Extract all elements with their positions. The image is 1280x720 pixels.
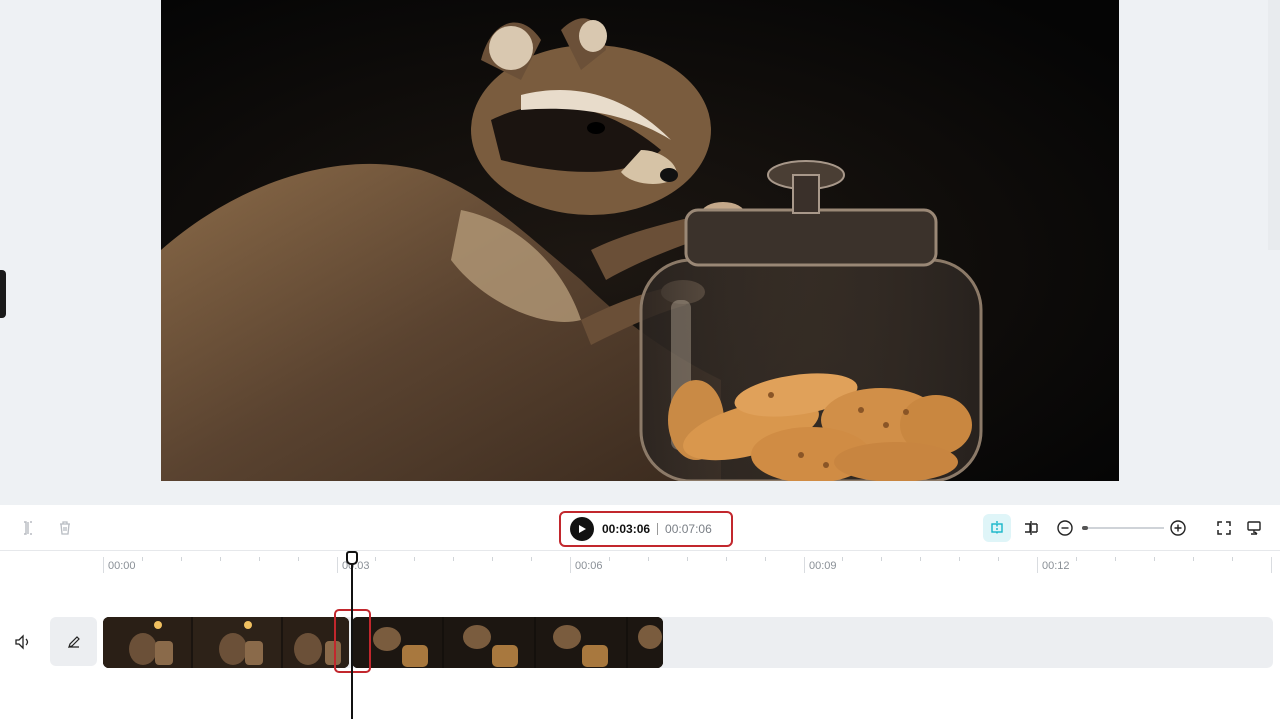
ruler-minor-tick	[492, 557, 493, 561]
play-icon[interactable]	[570, 517, 594, 541]
zoom-slider-thumb[interactable]	[1082, 526, 1088, 530]
ruler-minor-tick	[414, 557, 415, 561]
edit-icon[interactable]	[50, 617, 97, 666]
playhead-handle[interactable]	[346, 551, 358, 565]
clip-thumbnails	[103, 617, 349, 668]
ruler-label: 00:09	[809, 560, 837, 572]
ruler-minor-tick	[998, 557, 999, 561]
ruler-tick	[804, 557, 805, 573]
ruler-tick	[570, 557, 571, 573]
preview-image	[161, 0, 1119, 481]
right-panel-edge	[1268, 0, 1280, 250]
ruler-minor-tick	[609, 557, 610, 561]
ruler-minor-tick	[687, 557, 688, 561]
ruler-minor-tick	[881, 557, 882, 561]
ruler-minor-tick	[648, 557, 649, 561]
total-duration: 00:07:06	[665, 522, 712, 536]
ruler-minor-tick	[1154, 557, 1155, 561]
zoom-in-icon[interactable]	[1167, 517, 1189, 539]
video-clip[interactable]	[352, 617, 663, 668]
clip-thumbnails	[352, 617, 663, 668]
ruler-minor-tick	[1115, 557, 1116, 561]
volume-icon[interactable]	[12, 631, 34, 653]
ruler-minor-tick	[142, 557, 143, 561]
ruler-minor-tick	[959, 557, 960, 561]
zoom-slider[interactable]	[1082, 526, 1164, 530]
timeline[interactable]: 00:00 00:03 00:06 00:09 00:12	[0, 551, 1280, 720]
preview-area	[0, 0, 1280, 505]
ruler-tick	[103, 557, 104, 573]
ruler-label: 00:00	[108, 560, 136, 572]
fullscreen-icon[interactable]	[1213, 517, 1235, 539]
current-time: 00:03:06	[602, 522, 651, 536]
zoom-out-icon[interactable]	[1054, 517, 1076, 539]
playhead[interactable]	[351, 559, 353, 719]
video-preview[interactable]	[161, 0, 1119, 481]
ruler-minor-tick	[1193, 557, 1194, 561]
video-clip[interactable]	[103, 617, 349, 668]
delete-icon[interactable]	[54, 517, 76, 539]
ruler-tick	[337, 557, 338, 573]
playback-controls: 00:03:06 00:07:06	[559, 511, 733, 547]
ruler-minor-tick	[259, 557, 260, 561]
ruler-minor-tick	[298, 557, 299, 561]
ruler-label: 00:06	[575, 560, 603, 572]
ruler-minor-tick	[842, 557, 843, 561]
time-separator	[657, 523, 659, 535]
ruler-minor-tick	[920, 557, 921, 561]
ruler-minor-tick	[531, 557, 532, 561]
split-icon[interactable]	[17, 517, 39, 539]
panel-collapse-handle[interactable]	[0, 270, 6, 318]
display-icon[interactable]	[1243, 517, 1265, 539]
snap-icon[interactable]	[983, 514, 1011, 542]
timeline-toolbar: 00:03:06 00:07:06	[0, 505, 1280, 551]
ruler-minor-tick	[1076, 557, 1077, 561]
ruler-minor-tick	[765, 557, 766, 561]
ruler-minor-tick	[453, 557, 454, 561]
ruler-minor-tick	[375, 557, 376, 561]
time-ruler[interactable]: 00:00 00:03 00:06 00:09 00:12	[0, 551, 1280, 579]
ruler-minor-tick	[181, 557, 182, 561]
split-center-icon[interactable]	[1020, 517, 1042, 539]
ruler-minor-tick	[1232, 557, 1233, 561]
ruler-tick	[1271, 557, 1272, 573]
ruler-tick	[1037, 557, 1038, 573]
ruler-minor-tick	[726, 557, 727, 561]
ruler-minor-tick	[220, 557, 221, 561]
ruler-label: 00:12	[1042, 560, 1070, 572]
